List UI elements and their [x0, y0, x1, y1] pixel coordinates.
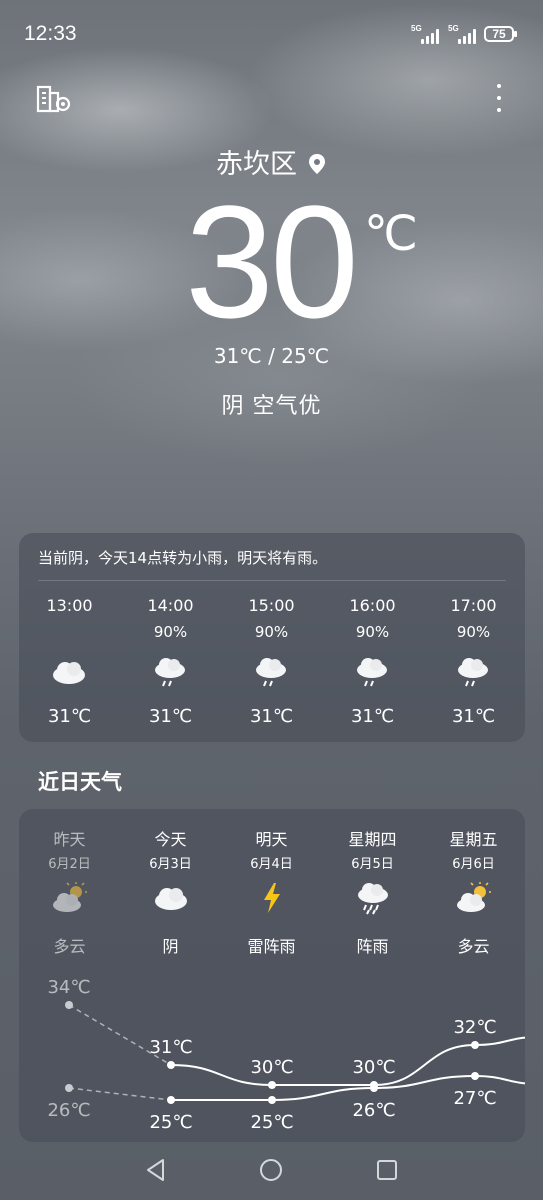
hour-temp: 31℃	[47, 706, 92, 727]
current-condition: 阴 空气优	[221, 394, 322, 419]
hour-temp: 31℃	[249, 706, 294, 727]
hour-temp: 31℃	[350, 706, 395, 727]
high-point	[471, 1041, 479, 1049]
rain-icon	[253, 655, 289, 689]
hour-precip: 90%	[254, 623, 289, 641]
hour-time: 13:00	[46, 596, 93, 615]
temperature-unit: ℃	[364, 208, 418, 261]
low-label: 26℃	[352, 1100, 395, 1121]
status-bar: 12:33 5G 5G 75	[0, 0, 543, 70]
low-trend-yesterday	[68, 1087, 172, 1101]
high-label: 34℃	[47, 977, 90, 998]
low-label: 26℃	[47, 1100, 90, 1121]
low-point	[65, 1084, 73, 1092]
home-button[interactable]	[258, 1157, 284, 1183]
current-temperature: 30	[185, 172, 359, 351]
hour-precip: 90%	[456, 623, 491, 641]
location-pin-icon	[307, 151, 327, 174]
divider	[38, 580, 506, 581]
daily-forecast-card[interactable]: 昨天 6月2日 多云 今天 6月3日 阴 明天 6月4日 雷阵雨 星期四 6月5…	[19, 809, 525, 1142]
high-label: 32℃	[453, 1017, 496, 1038]
high-point	[65, 1001, 73, 1009]
high-label: 31℃	[149, 1037, 192, 1058]
city-manage-icon[interactable]	[36, 84, 72, 114]
low-label: 25℃	[149, 1112, 192, 1133]
status-time: 12:33	[24, 22, 77, 45]
navigation-bar	[0, 1140, 543, 1200]
recents-button[interactable]	[374, 1157, 400, 1183]
hour-time: 16:00	[349, 596, 396, 615]
high-label: 30℃	[250, 1057, 293, 1078]
low-point	[370, 1084, 378, 1092]
high-point	[268, 1081, 276, 1089]
hour-time: 17:00	[450, 596, 497, 615]
hour-temp: 31℃	[451, 706, 496, 727]
hour-time: 15:00	[248, 596, 295, 615]
cloud-icon	[51, 655, 87, 689]
temperature-range: 31℃ / 25℃	[213, 344, 330, 368]
hour-time: 14:00	[147, 596, 194, 615]
battery-icon: 75	[484, 26, 517, 42]
high-label: 30℃	[352, 1057, 395, 1078]
section-title-daily: 近日天气	[38, 770, 122, 794]
rain-icon	[152, 655, 188, 689]
back-button[interactable]	[143, 1157, 169, 1183]
temperature-trend-graph: 34℃ 31℃ 30℃ 30℃ 32℃ 26℃ 25℃ 25℃ 26℃ 27℃	[19, 809, 525, 1142]
battery-level: 75	[492, 27, 506, 41]
low-point	[471, 1072, 479, 1080]
hourly-forecast-card[interactable]: 当前阴，今天14点转为小雨，明天将有雨。 13:00 31℃ 14:00 90%…	[19, 533, 525, 742]
hour-temp: 31℃	[148, 706, 193, 727]
rain-icon	[354, 655, 390, 689]
more-options-icon[interactable]	[488, 82, 510, 116]
hour-precip: 90%	[355, 623, 390, 641]
low-point	[268, 1096, 276, 1104]
high-point	[167, 1061, 175, 1069]
low-label: 27℃	[453, 1088, 496, 1109]
low-label: 25℃	[250, 1112, 293, 1133]
low-point	[167, 1096, 175, 1104]
rain-icon	[455, 655, 491, 689]
hour-precip: 90%	[153, 623, 188, 641]
forecast-summary: 当前阴，今天14点转为小雨，明天将有雨。	[38, 549, 328, 567]
